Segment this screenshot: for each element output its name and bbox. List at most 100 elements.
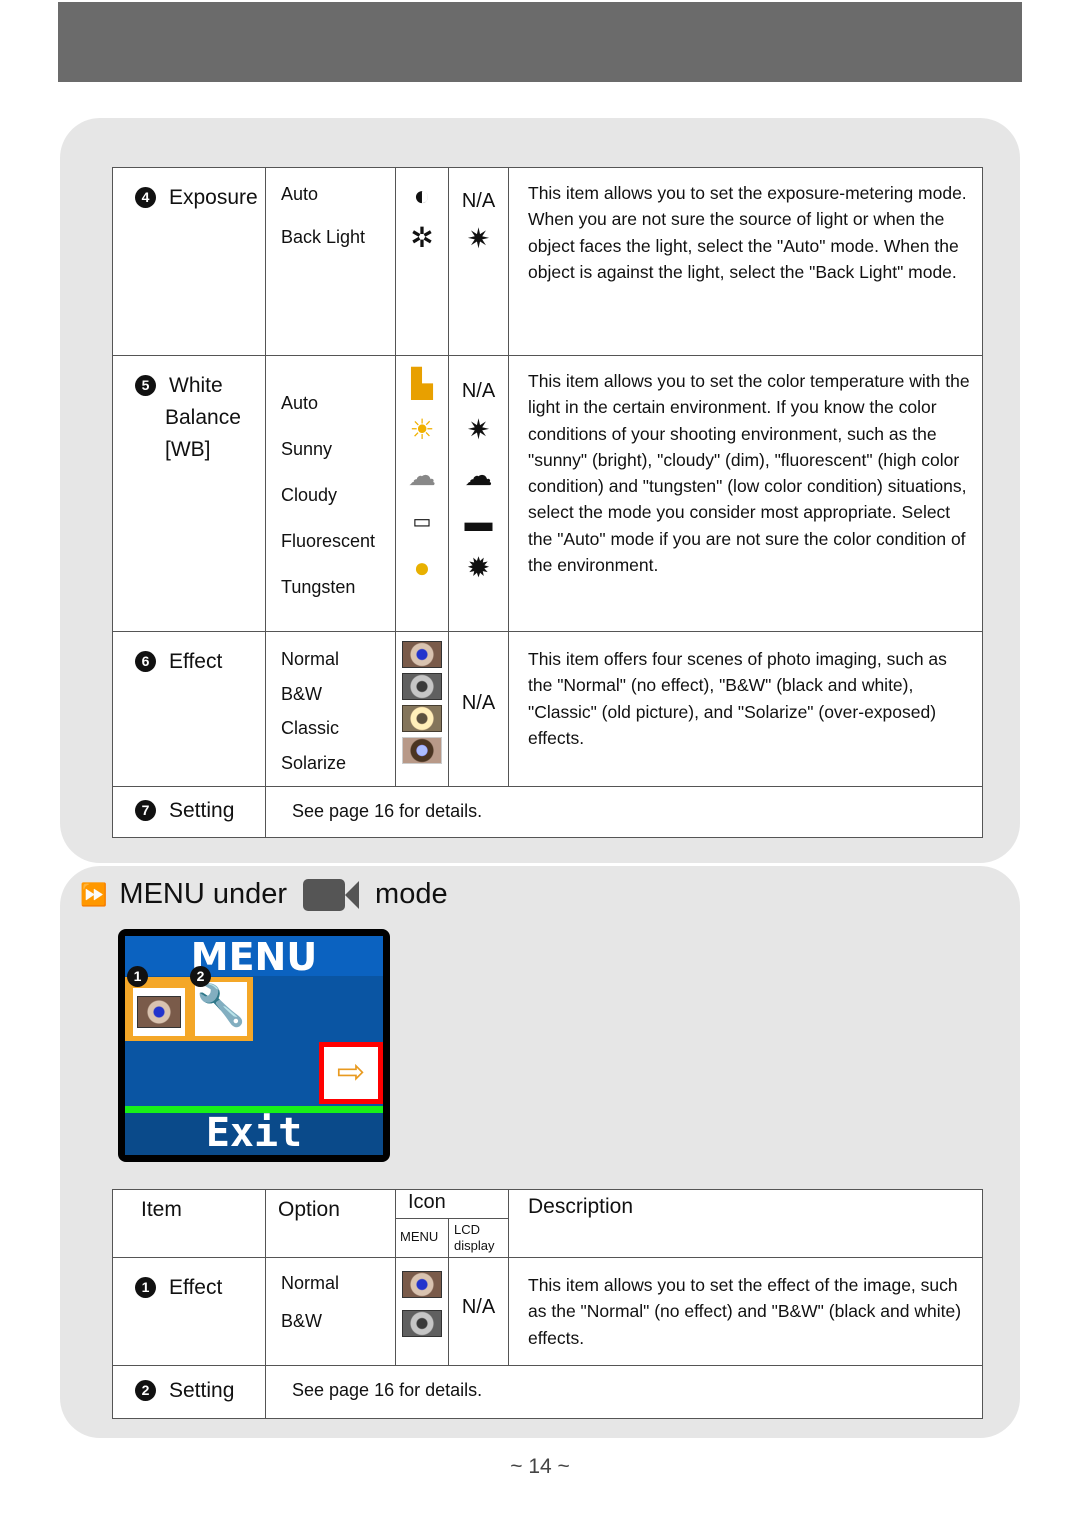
header-lcd: LCD display: [448, 1218, 509, 1258]
sunny-icon: ☀: [409, 414, 435, 445]
badge-1: 1: [127, 966, 148, 987]
see-page-text: See page 16 for details.: [265, 1365, 983, 1419]
normal-effect-icon: [402, 641, 442, 668]
fluorescent-icon: ▭: [412, 511, 432, 533]
item-cell: 5 White Balance [WB]: [112, 355, 266, 632]
cloudy-lcd-icon: ☁: [464, 460, 493, 491]
option: Cloudy: [281, 485, 338, 505]
exit-icon: ⇨: [319, 1042, 383, 1104]
item-label: Effect: [169, 1276, 223, 1299]
item-label: White: [169, 374, 223, 397]
option: Back Light: [281, 227, 366, 247]
header-bar: [58, 2, 1022, 82]
menu-screen: MENU 🔧 1 2 ⇨ Exit: [118, 929, 390, 1162]
item-cell: 6 Effect: [112, 631, 266, 787]
description: This item offers four scenes of photo im…: [508, 631, 983, 787]
table-row: 2 Setting See page 16 for details.: [112, 1365, 983, 1419]
na-label: N/A: [448, 631, 509, 787]
menu-icon-cell: ▙ ☀ ☁ ▭ ●: [395, 355, 449, 632]
title-text: MENU under: [119, 878, 288, 910]
option: Solarize: [281, 752, 347, 773]
option: B&W: [281, 1311, 323, 1331]
option: Tungsten: [281, 577, 356, 597]
exit-label: Exit: [125, 1113, 383, 1155]
table-row: 7 Setting See page 16 for details.: [112, 786, 983, 838]
tungsten-lcd-icon: ✹: [466, 552, 491, 583]
screen-title: MENU: [125, 936, 383, 978]
table-row: 4 Exposure Auto Back Light ◐ ✲ N/A ✷ This it…: [112, 167, 983, 356]
wb-auto-icon: ▙: [411, 368, 433, 399]
lcd-cell: N/A ✷ ☁ ▬ ✹: [448, 355, 509, 632]
option: Normal: [281, 649, 340, 669]
number-badge: 4: [135, 187, 156, 208]
tungsten-icon: ●: [413, 552, 431, 583]
menu-icon-cell: [395, 1257, 449, 1366]
number-badge: 6: [135, 651, 156, 672]
backlight-icon: ✲: [410, 222, 434, 253]
item-label: Setting: [169, 799, 235, 822]
badge-2: 2: [190, 966, 211, 987]
title-text: mode: [375, 878, 448, 910]
option: Auto: [281, 184, 319, 204]
header-item: Item: [112, 1189, 266, 1258]
header-description: Description: [508, 1189, 983, 1258]
effect-tile: [133, 988, 185, 1036]
item-cell: 2 Setting: [112, 1365, 266, 1419]
section-title: ⏩ MENU under mode: [80, 878, 448, 911]
number-badge: 2: [135, 1380, 156, 1401]
item-cell: 1 Effect: [112, 1257, 266, 1366]
menu-icon-cell: ◐ ✲: [395, 167, 449, 356]
option: Sunny: [281, 439, 333, 459]
exposure-auto-icon: ◐: [413, 180, 431, 211]
solarize-effect-icon: [402, 737, 442, 764]
wrench-icon: 🔧: [195, 982, 247, 1036]
option: Normal: [281, 1273, 340, 1293]
number-badge: 1: [135, 1277, 156, 1298]
item-label: Balance: [165, 406, 241, 429]
header-icon: Icon: [395, 1189, 509, 1219]
sunny-lcd-icon: ✷: [466, 414, 491, 445]
item-cell: 7 Setting: [112, 786, 266, 838]
video-camera-icon: [303, 878, 360, 911]
page-number: ~ 14 ~: [510, 1455, 570, 1478]
description: This item allows you to set the color te…: [508, 355, 983, 632]
header-option: Option: [265, 1189, 396, 1258]
na-label: N/A: [461, 380, 496, 402]
item-label: Effect: [169, 650, 223, 673]
menu-icon-cell: [395, 631, 449, 787]
classic-effect-icon: [402, 705, 442, 732]
item-label: Setting: [169, 1379, 235, 1402]
number-badge: 5: [135, 375, 156, 396]
option: B&W: [281, 683, 323, 704]
table-row: 6 Effect Normal B&W Classic Solarize N/A Thi…: [112, 631, 983, 787]
lcd-cell: N/A ✷: [448, 167, 509, 356]
see-page-text: See page 16 for details.: [265, 786, 983, 838]
backlight-lcd-icon: ✷: [466, 223, 491, 254]
option: Auto: [281, 393, 319, 413]
table-row: 1 Effect Normal B&W N/A This item allows y…: [112, 1257, 983, 1366]
fluorescent-lcd-icon: ▬: [464, 506, 493, 537]
cloudy-icon: ☁: [408, 460, 436, 491]
option-cell: Normal B&W Classic Solarize: [265, 631, 396, 787]
settings-table: 4 Exposure Auto Back Light ◐ ✲ N/A ✷ This it…: [112, 167, 983, 838]
table-row: 5 White Balance [WB] Auto Sunny Cloudy Fluores…: [112, 355, 983, 632]
option-cell: Auto Sunny Cloudy Fluorescent Tungsten: [265, 355, 396, 632]
option: Classic: [281, 718, 340, 738]
option-cell: Auto Back Light: [265, 167, 396, 356]
option-cell: Normal B&W: [265, 1257, 396, 1366]
item-cell: 4 Exposure: [112, 167, 266, 356]
eye-icon: [137, 996, 181, 1028]
fast-forward-icon: ⏩: [80, 881, 108, 907]
item-label: [WB]: [165, 438, 211, 461]
na-label: N/A: [461, 190, 496, 212]
description: This item allows you to set the exposure…: [508, 167, 983, 356]
bw-effect-icon: [402, 1310, 442, 1337]
normal-effect-icon: [402, 1271, 442, 1298]
bw-effect-icon: [402, 673, 442, 700]
header-menu: MENU: [395, 1218, 449, 1258]
number-badge: 7: [135, 800, 156, 821]
option: Fluorescent: [281, 531, 376, 551]
description: This item allows you to set the effect o…: [508, 1257, 983, 1366]
menu-table: Item Option Icon Description MENU LCD di…: [112, 1189, 983, 1419]
na-label: N/A: [448, 1257, 509, 1366]
